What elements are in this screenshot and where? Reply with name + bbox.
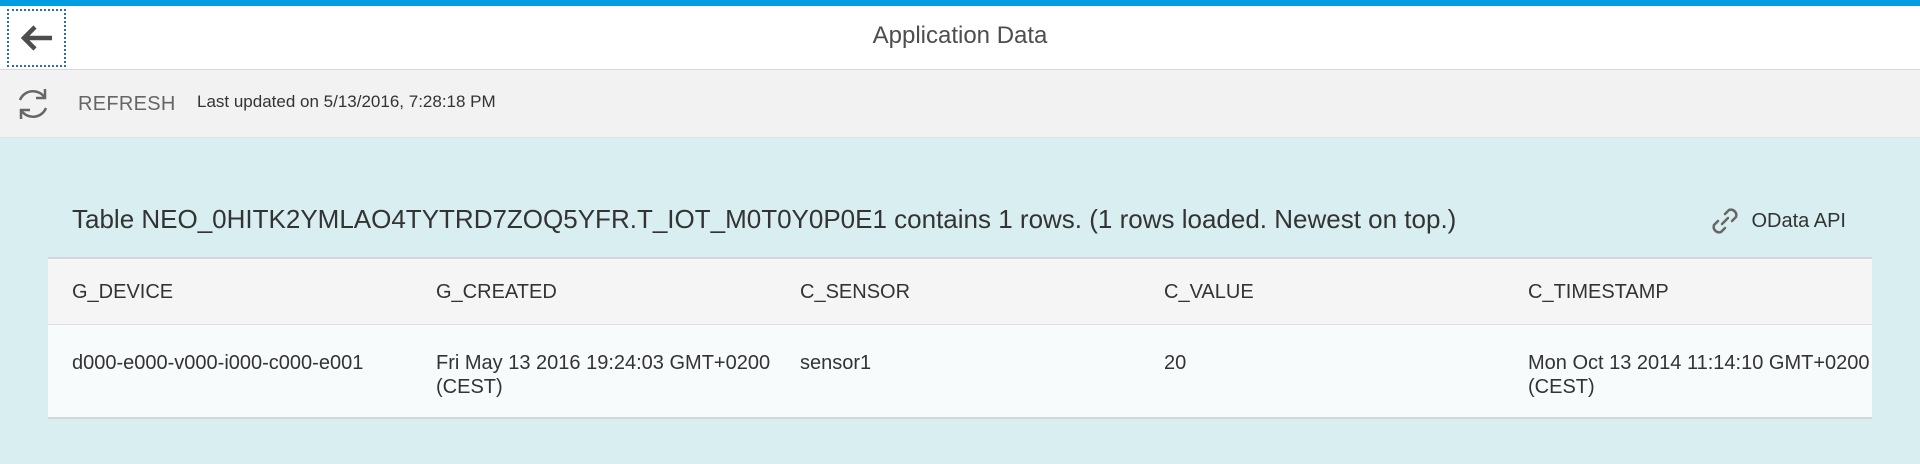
column-header-c-value[interactable]: C_VALUE (1140, 259, 1504, 324)
refresh-button[interactable]: REFRESH (14, 82, 176, 126)
column-header-c-sensor[interactable]: C_SENSOR (776, 259, 1140, 324)
table-row[interactable]: d000-e000-v000-i000-c000-e001 Fri May 13… (48, 325, 1872, 417)
app-header: Application Data (0, 6, 1920, 70)
odata-api-label: OData API (1751, 209, 1847, 232)
odata-api-link[interactable]: OData API (1708, 204, 1847, 238)
data-table: G_DEVICE G_CREATED C_SENSOR C_VALUE C_TI… (48, 257, 1872, 419)
page-title: Application Data (872, 22, 1048, 49)
last-updated-text: Last updated on 5/13/2016, 7:28:18 PM (197, 92, 496, 111)
cell-g-device: d000-e000-v000-i000-c000-e001 (72, 352, 364, 374)
arrow-left-icon (20, 25, 52, 51)
cell-c-timestamp: Mon Oct 13 2014 11:14:10 GMT+0200 (CEST) (1528, 352, 1870, 398)
refresh-label: REFRESH (78, 92, 176, 115)
cell-c-sensor: sensor1 (800, 352, 872, 374)
back-button[interactable] (7, 9, 66, 67)
column-header-g-created[interactable]: G_CREATED (412, 259, 776, 324)
column-header-c-timestamp[interactable]: C_TIMESTAMP (1504, 259, 1872, 324)
table-caption: Table NEO_0HITK2YMLAO4TYTRD7ZOQ5YFR.T_IO… (72, 204, 1457, 234)
column-header-g-device[interactable]: G_DEVICE (48, 259, 412, 324)
link-icon (1711, 208, 1738, 234)
cell-c-value: 20 (1164, 352, 1187, 374)
refresh-icon (18, 89, 48, 119)
content-area: Table NEO_0HITK2YMLAO4TYTRD7ZOQ5YFR.T_IO… (0, 138, 1920, 464)
table-header-row: G_DEVICE G_CREATED C_SENSOR C_VALUE C_TI… (48, 259, 1872, 325)
toolbar: REFRESH Last updated on 5/13/2016, 7:28:… (0, 70, 1920, 138)
cell-g-created: Fri May 13 2016 19:24:03 GMT+0200 (CEST) (436, 352, 771, 398)
